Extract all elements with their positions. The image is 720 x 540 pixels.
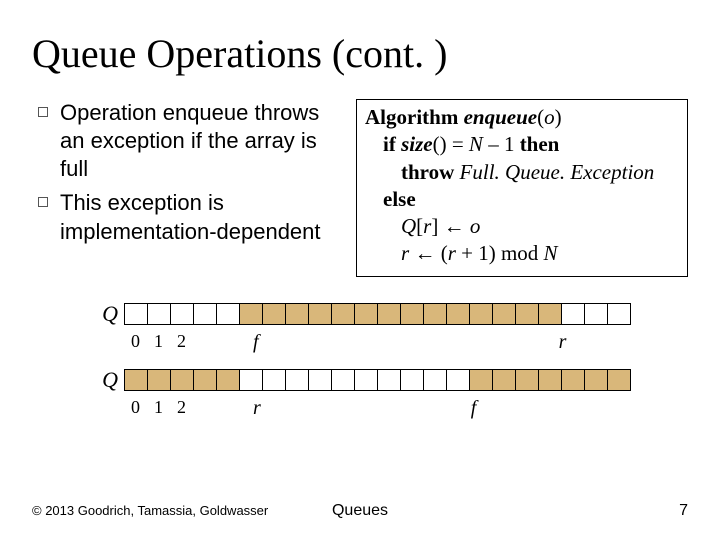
algo-r: r bbox=[401, 241, 409, 265]
array-cell bbox=[446, 303, 470, 325]
array-cell bbox=[400, 303, 424, 325]
array-cell bbox=[584, 303, 608, 325]
array-cell bbox=[607, 303, 631, 325]
array-cell bbox=[331, 303, 355, 325]
axis-tick: 0 bbox=[124, 331, 147, 352]
axis-pointer-f: f bbox=[253, 331, 259, 354]
array-axis-1: 0 1 2 f r bbox=[124, 331, 688, 353]
algo-fn-name: enqueue bbox=[464, 105, 538, 129]
list-item: Operation enqueue throws an exception if… bbox=[32, 99, 342, 183]
array-cell bbox=[285, 303, 309, 325]
array-cell bbox=[469, 303, 493, 325]
array-cell bbox=[492, 303, 516, 325]
algo-bracket-close: ] ← bbox=[431, 214, 470, 238]
slide-footer: © 2013 Goodrich, Tamassia, Goldwasser Qu… bbox=[32, 502, 688, 520]
array-label-q: Q bbox=[92, 367, 118, 393]
array-cell bbox=[170, 369, 194, 391]
page-number: 7 bbox=[679, 502, 688, 520]
content-row: Operation enqueue throws an exception if… bbox=[32, 99, 688, 277]
algo-arg: o bbox=[544, 105, 555, 129]
array-cell bbox=[124, 303, 148, 325]
array-cell bbox=[538, 369, 562, 391]
array-cell bbox=[400, 369, 424, 391]
axis-pointer-r: r bbox=[253, 397, 261, 420]
algo-else: else bbox=[383, 187, 416, 211]
algo-size: size bbox=[401, 132, 433, 156]
array-cell bbox=[331, 369, 355, 391]
array-cell bbox=[492, 369, 516, 391]
algo-N: N bbox=[469, 132, 483, 156]
algo-minus: – 1 bbox=[483, 132, 520, 156]
algo-then: then bbox=[520, 132, 560, 156]
array-cell bbox=[423, 303, 447, 325]
array-cell bbox=[193, 303, 217, 325]
axis-tick: 0 bbox=[124, 397, 147, 418]
algo-plus: + 1) mod bbox=[456, 241, 544, 265]
algo-throw: throw bbox=[401, 160, 454, 184]
array-cell bbox=[239, 369, 263, 391]
array-label-q: Q bbox=[92, 301, 118, 327]
array-cell bbox=[469, 369, 493, 391]
array-cell bbox=[561, 303, 585, 325]
array-cell bbox=[216, 303, 240, 325]
array-cell bbox=[423, 369, 447, 391]
algorithm-box: Algorithm enqueue(o) if size() = N – 1 t… bbox=[356, 99, 688, 277]
array-row: Q bbox=[92, 301, 688, 327]
array-cell bbox=[607, 369, 631, 391]
algo-if: if bbox=[383, 132, 396, 156]
axis-pointer-r: r bbox=[559, 331, 567, 354]
array-cell bbox=[285, 369, 309, 391]
array-cell bbox=[538, 303, 562, 325]
algo-keyword: Algorithm bbox=[365, 105, 458, 129]
axis-tick: 2 bbox=[170, 331, 193, 352]
algo-Q: Q bbox=[401, 214, 416, 238]
array-cell bbox=[147, 369, 171, 391]
array-cell bbox=[193, 369, 217, 391]
bullet-text: This exception is implementation-depende… bbox=[60, 189, 342, 245]
array-cell bbox=[354, 369, 378, 391]
array-cells-2 bbox=[124, 369, 631, 391]
axis-tick: 2 bbox=[170, 397, 193, 418]
array-cell bbox=[308, 303, 332, 325]
array-cell bbox=[262, 303, 286, 325]
page-title: Queue Operations (cont. ) bbox=[32, 30, 688, 77]
copyright-text: © 2013 Goodrich, Tamassia, Goldwasser bbox=[32, 503, 268, 518]
array-cell bbox=[262, 369, 286, 391]
algo-exception: Full. Queue. Exception bbox=[460, 160, 655, 184]
axis-pointer-f: f bbox=[471, 397, 477, 420]
array-cell bbox=[446, 369, 470, 391]
algo-r: r bbox=[448, 241, 456, 265]
algo-N: N bbox=[544, 241, 558, 265]
array-cell bbox=[308, 369, 332, 391]
array-cell bbox=[584, 369, 608, 391]
axis-tick: 1 bbox=[147, 331, 170, 352]
array-cell bbox=[515, 369, 539, 391]
bullet-square-icon bbox=[38, 197, 48, 207]
list-item: This exception is implementation-depende… bbox=[32, 189, 342, 245]
array-cell bbox=[239, 303, 263, 325]
array-cell bbox=[515, 303, 539, 325]
axis-tick: 1 bbox=[147, 397, 170, 418]
array-cell bbox=[147, 303, 171, 325]
array-axis-2: 0 1 2 r f bbox=[124, 397, 688, 419]
bullet-text: Operation enqueue throws an exception if… bbox=[60, 99, 342, 183]
array-cell bbox=[354, 303, 378, 325]
algo-o: o bbox=[470, 214, 481, 238]
array-cell bbox=[216, 369, 240, 391]
array-cell bbox=[377, 369, 401, 391]
bullet-square-icon bbox=[38, 107, 48, 117]
bullet-list: Operation enqueue throws an exception if… bbox=[32, 99, 342, 252]
array-row: Q bbox=[92, 367, 688, 393]
array-cell bbox=[170, 303, 194, 325]
array-diagrams: Q 0 1 2 f r Q 0 1 2 r f bbox=[32, 301, 688, 419]
algo-arrow: ← ( bbox=[409, 241, 448, 265]
algo-eq: () = bbox=[433, 132, 464, 156]
array-cell bbox=[561, 369, 585, 391]
array-cell bbox=[124, 369, 148, 391]
array-cells-1 bbox=[124, 303, 631, 325]
array-cell bbox=[377, 303, 401, 325]
footer-center: Queues bbox=[332, 502, 388, 520]
